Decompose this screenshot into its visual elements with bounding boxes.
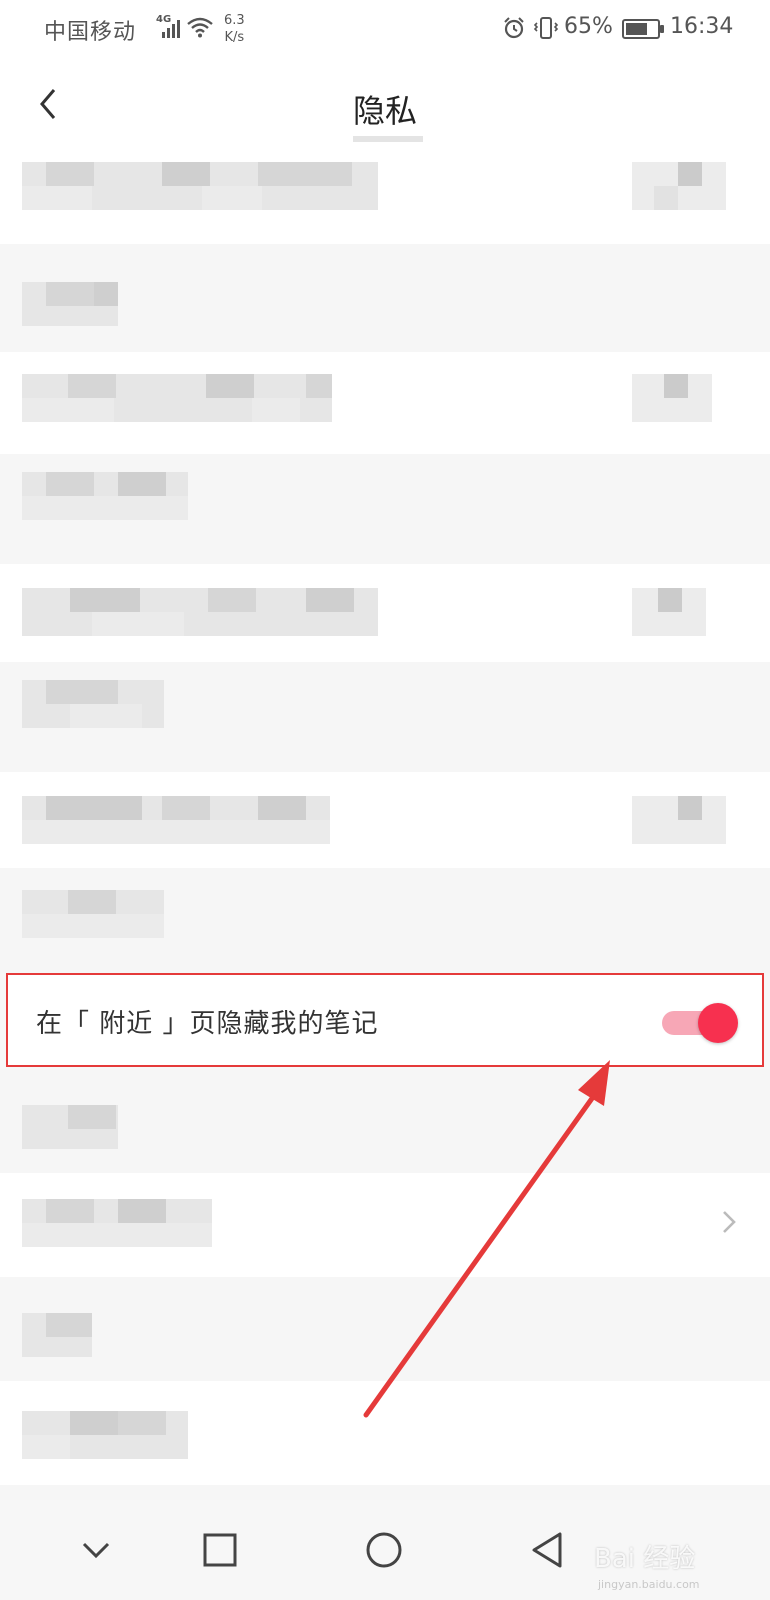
battery-icon bbox=[622, 19, 664, 39]
recent-apps-icon[interactable] bbox=[200, 1530, 240, 1570]
home-icon[interactable] bbox=[364, 1530, 404, 1570]
page-title: 隐私 bbox=[352, 92, 417, 130]
hide-notes-nearby-label: 在「 附近 」页隐藏我的笔记 bbox=[36, 1009, 379, 1039]
toggle-thumb bbox=[698, 1003, 738, 1043]
pixelated-section-title bbox=[22, 680, 164, 728]
wifi-icon bbox=[187, 17, 213, 38]
pixelated-label bbox=[22, 796, 330, 844]
vibrate-icon bbox=[533, 17, 559, 39]
carrier-name: 中国移动 bbox=[44, 20, 137, 45]
pixelated-section-title bbox=[22, 1105, 118, 1149]
pixelated-label bbox=[22, 588, 378, 636]
pixelated-label bbox=[22, 374, 332, 422]
pixelated-value bbox=[632, 162, 726, 210]
pixelated-value bbox=[632, 796, 726, 844]
pixelated-section-title bbox=[22, 890, 164, 938]
settings-row[interactable] bbox=[0, 148, 770, 244]
section-header bbox=[0, 1277, 770, 1381]
pixelated-section-title bbox=[22, 1313, 92, 1357]
section-header bbox=[0, 244, 770, 352]
hide-notes-nearby-row[interactable]: 在「 附近 」页隐藏我的笔记 bbox=[6, 973, 764, 1067]
pixelated-label bbox=[22, 1199, 212, 1247]
title-underline bbox=[353, 136, 423, 142]
pixelated-label bbox=[22, 162, 378, 210]
watermark-url: jingyan.baidu.com bbox=[598, 1578, 700, 1591]
pixelated-value bbox=[632, 374, 712, 422]
signal-icon bbox=[162, 20, 184, 38]
pixelated-label bbox=[22, 1411, 188, 1459]
watermark-logo: Bai 经验 bbox=[594, 1544, 696, 1574]
section-header bbox=[0, 868, 770, 973]
section-header bbox=[0, 1069, 770, 1173]
pixelated-value bbox=[632, 588, 706, 636]
chevron-right-icon bbox=[723, 1211, 736, 1233]
back-triangle-icon[interactable] bbox=[528, 1530, 568, 1570]
settings-row[interactable] bbox=[0, 772, 770, 868]
pixelated-section-title bbox=[22, 282, 118, 326]
hide-notes-nearby-toggle[interactable] bbox=[662, 1003, 738, 1043]
nav-header: 隐私 bbox=[0, 62, 770, 148]
status-bar: 中国移动 4G 6.3 K/s 65% 16:34 bbox=[0, 0, 770, 62]
clock: 16:34 bbox=[670, 14, 734, 39]
chevron-down-icon[interactable] bbox=[76, 1530, 116, 1570]
battery-percent: 65% bbox=[564, 14, 613, 39]
list-bottom-spacer bbox=[0, 1485, 770, 1500]
settings-row[interactable] bbox=[0, 352, 770, 454]
section-header bbox=[0, 454, 770, 564]
settings-row[interactable] bbox=[0, 564, 770, 662]
network-speed: 6.3 K/s bbox=[224, 13, 245, 45]
section-header bbox=[0, 662, 770, 772]
settings-row[interactable] bbox=[0, 1173, 770, 1277]
pixelated-section-title bbox=[22, 472, 188, 520]
alarm-icon bbox=[504, 17, 524, 39]
system-nav-bar: Bai 经验 jingyan.baidu.com bbox=[0, 1500, 770, 1600]
settings-row[interactable] bbox=[0, 1381, 770, 1485]
